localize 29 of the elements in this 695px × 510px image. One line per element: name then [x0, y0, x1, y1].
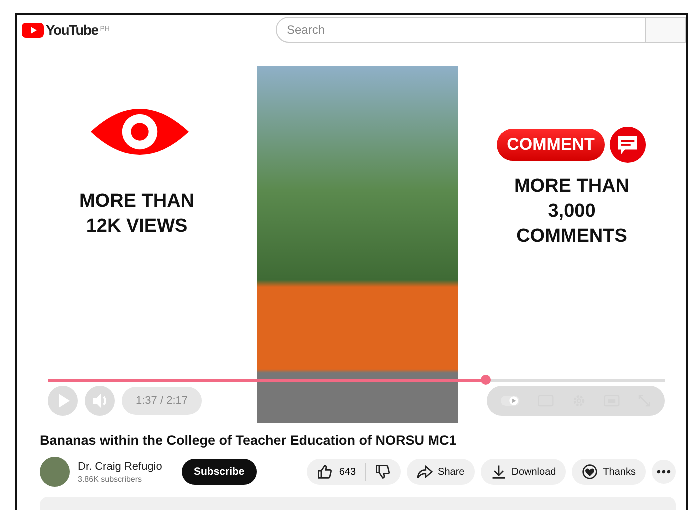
logo-text[interactable]: YouTube — [46, 22, 98, 38]
comment-badge: COMMENT — [497, 129, 605, 161]
subscribe-button[interactable]: Subscribe — [182, 459, 257, 485]
play-icon[interactable] — [48, 386, 78, 416]
search-field[interactable]: Search — [276, 17, 646, 43]
more-icon — [657, 470, 671, 474]
time-display: 1:37 / 2:17 — [122, 387, 202, 415]
play-logo-icon[interactable] — [22, 22, 44, 38]
thanks-button[interactable]: Thanks — [572, 459, 646, 485]
more-button[interactable] — [652, 460, 676, 484]
thumbs-down-icon[interactable] — [375, 464, 392, 480]
search-button[interactable] — [646, 17, 686, 43]
share-arrow-icon — [417, 464, 434, 480]
thumbs-up-icon — [317, 464, 334, 480]
channel-name[interactable]: Dr. Craig Refugio — [78, 460, 182, 472]
volume-icon[interactable] — [85, 386, 115, 416]
eye-icon — [90, 107, 188, 157]
chat-bubble-icon — [608, 126, 647, 164]
subscriber-count: 3.86K subscribers — [78, 474, 144, 484]
progress-thumb[interactable] — [481, 375, 492, 385]
like-button[interactable]: 643 — [317, 464, 356, 480]
autoplay-toggle-icon[interactable] — [501, 394, 520, 408]
video-title: Bananas within the College of Teacher Education of NORSU MC1 — [40, 433, 458, 448]
share-button[interactable]: Share — [407, 459, 475, 485]
download-icon — [490, 464, 507, 480]
views-text: MORE THAN 12K VIEWS — [79, 190, 195, 239]
download-button[interactable]: Download — [480, 459, 566, 485]
channel-avatar[interactable] — [40, 457, 70, 487]
comments-text: MORE THAN 3,000 COMMENTS — [514, 175, 630, 249]
